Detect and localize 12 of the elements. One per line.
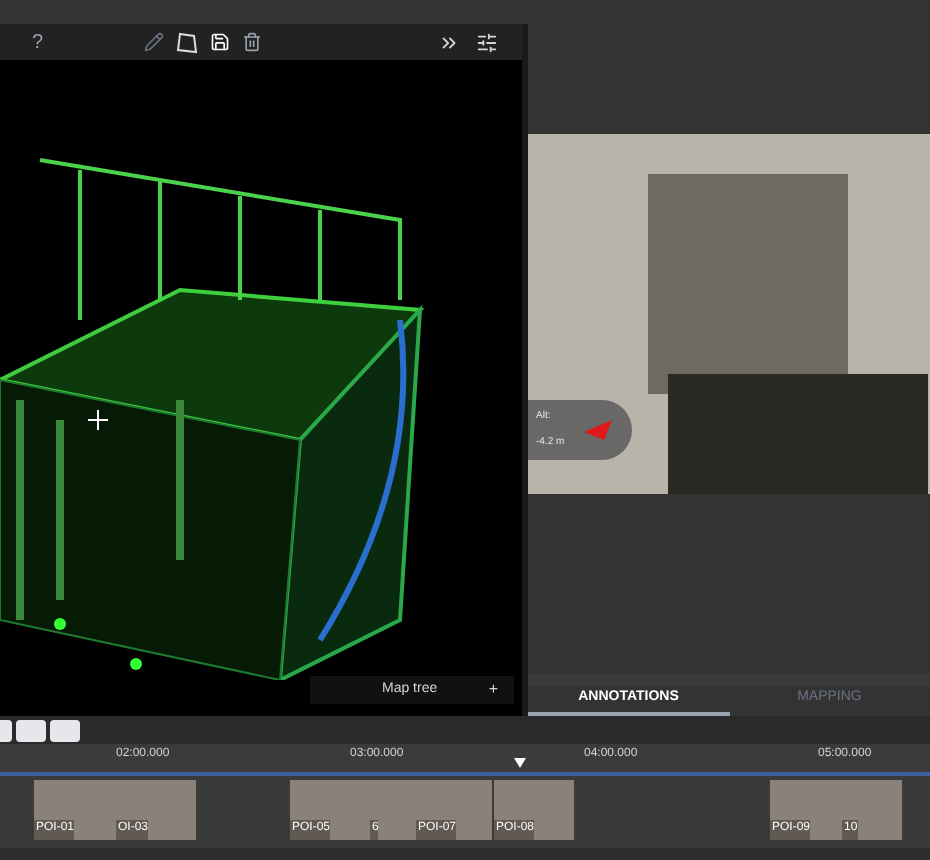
pencil-icon[interactable] [144,32,164,52]
compass-arrow-icon [584,420,613,440]
tool-button[interactable] [16,719,46,741]
polygon-icon[interactable] [176,31,198,53]
playhead-icon[interactable] [514,758,526,768]
chevrons-icon[interactable] [438,31,460,53]
help-button[interactable]: ? [32,27,72,57]
save-icon[interactable] [210,32,230,52]
trash-icon[interactable] [242,32,262,52]
settings-icon[interactable] [476,31,498,53]
add-button[interactable]: + [488,678,498,702]
tool-button[interactable] [50,719,80,741]
